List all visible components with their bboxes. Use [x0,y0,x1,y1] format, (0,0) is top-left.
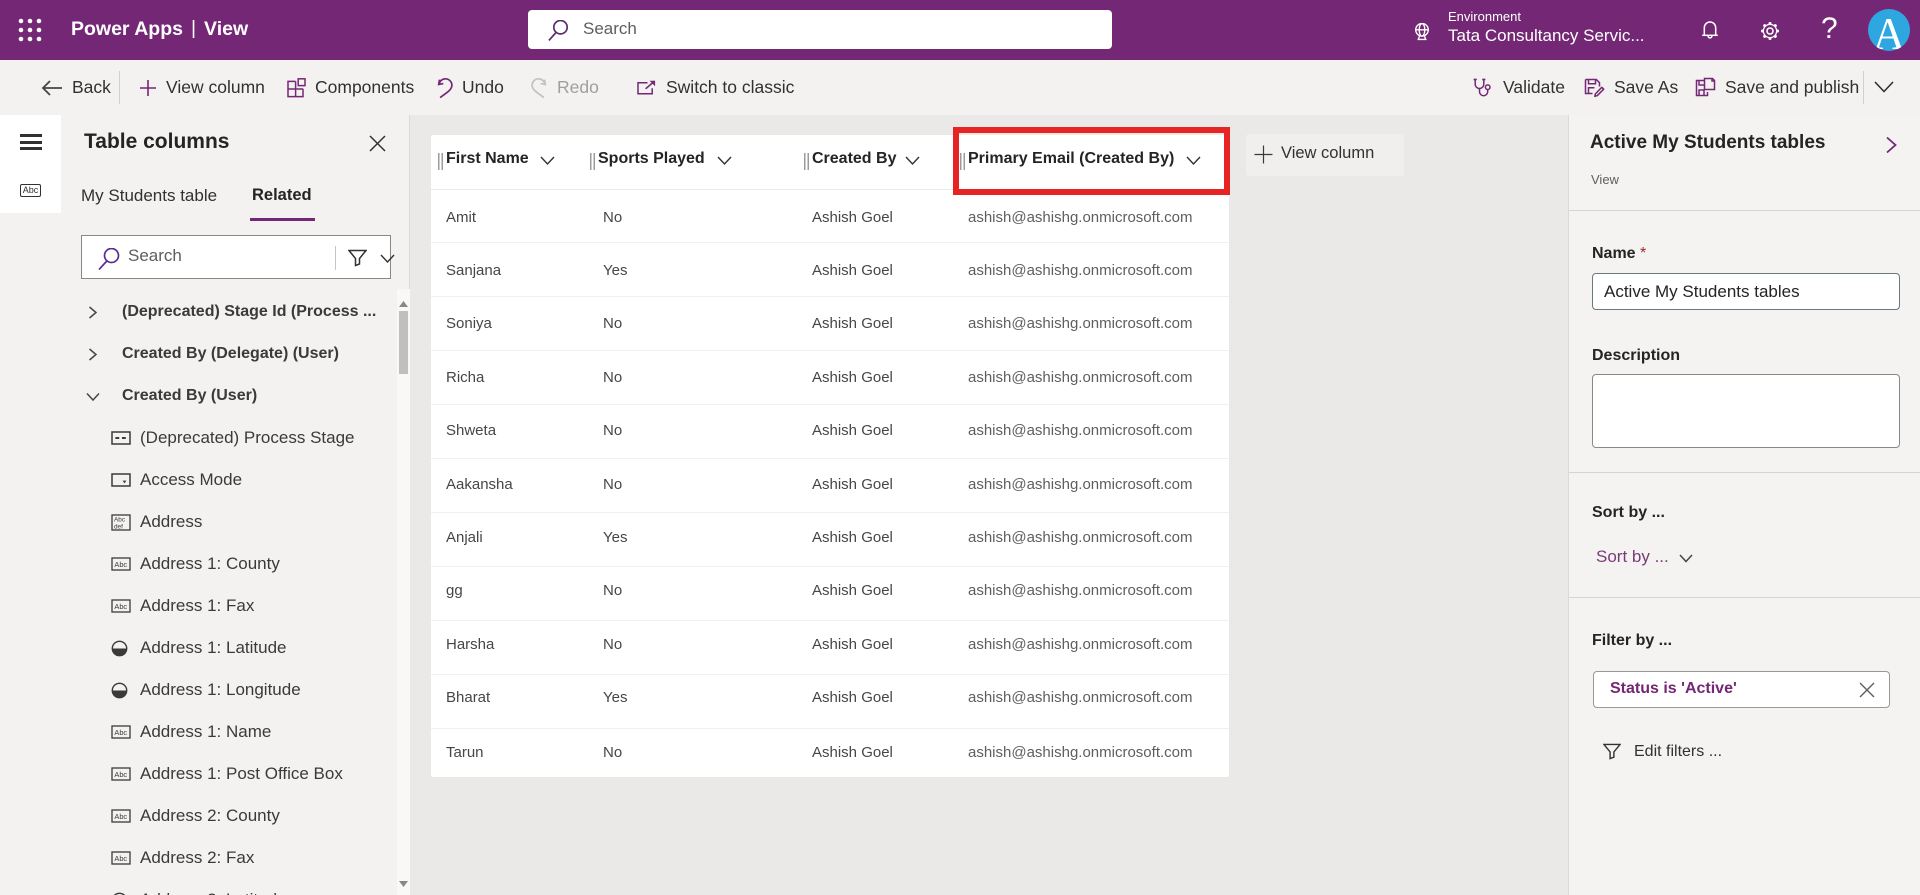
svg-text:Abc: Abc [114,770,127,779]
svg-text:Abc: Abc [114,602,127,611]
svg-text:Abc: Abc [114,560,127,569]
svg-text:Abc: Abc [114,516,126,523]
svg-text:Abc: Abc [114,728,127,737]
svg-text:def: def [114,523,123,530]
svg-text:Abc: Abc [114,812,127,821]
svg-text:Abc: Abc [114,854,127,863]
